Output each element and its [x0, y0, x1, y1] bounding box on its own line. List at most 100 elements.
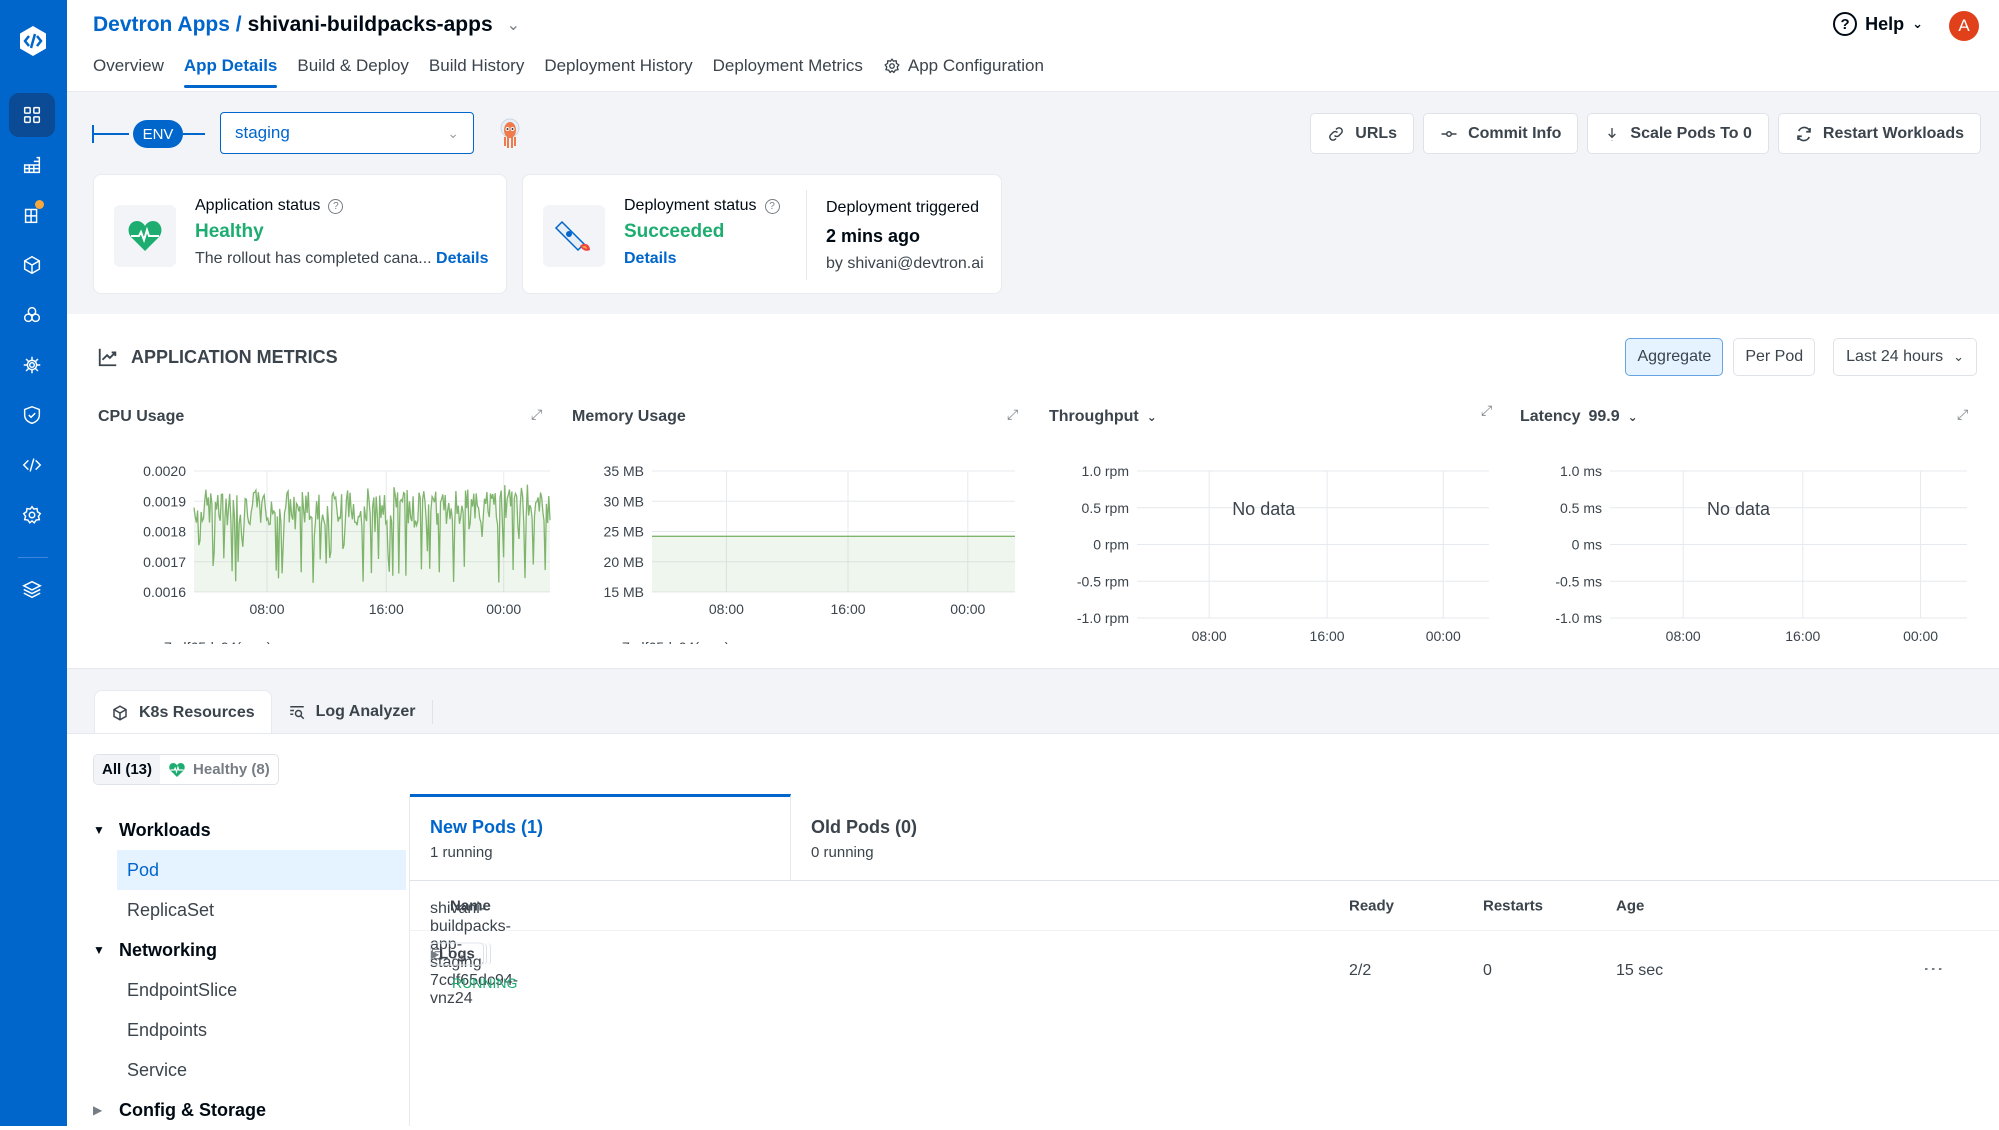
chevron-down-icon: ⌄	[447, 125, 459, 142]
chevron-down-icon: ⌄	[1953, 349, 1964, 365]
expand-icon[interactable]: ⤢	[1481, 402, 1492, 419]
app-switcher-chevron-icon[interactable]: ⌄	[507, 15, 520, 35]
old-pods-sub: 0 running	[811, 844, 1152, 861]
pod-name-cell: ▶ shivani-buildpacks-app-staging-7cdf65d…	[430, 947, 444, 961]
tab-app-details[interactable]: App Details	[184, 56, 278, 88]
tab-overview[interactable]: Overview	[93, 56, 164, 88]
layers-icon	[21, 578, 43, 600]
throughput-chart: 1.0 rpm0.5 rpm0 rpm-0.5 rpm-1.0 rpm08:00…	[1035, 434, 1505, 664]
sidebar-item-settings[interactable]	[9, 493, 55, 537]
tree-item-pod[interactable]: Pod	[117, 850, 406, 890]
column-ready: Ready	[1349, 897, 1394, 914]
tab-log-analyzer[interactable]: Log Analyzer	[272, 690, 432, 734]
link-icon	[1327, 125, 1345, 143]
logs-button[interactable]: Logs	[430, 943, 484, 966]
tree-group-networking[interactable]: ▼Networking	[93, 930, 406, 970]
tab-divider	[432, 700, 433, 724]
resources-panel: All (13) Healthy (8) ▼Workloads Pod Repl…	[67, 733, 1999, 1126]
settings-gear-icon	[21, 504, 43, 526]
application-status-details-link[interactable]: Details	[436, 250, 488, 267]
memory-usage-chart: 35 MB30 MB25 MB20 MB15 MB08:0016:0000:00…	[561, 434, 1031, 644]
tree-group-workloads[interactable]: ▼Workloads	[93, 810, 406, 850]
expand-icon[interactable]: ⤢	[1957, 406, 1968, 423]
deployment-status-details-link[interactable]: Details	[624, 250, 780, 268]
scale-pods-button[interactable]: Scale Pods To 0	[1587, 113, 1769, 154]
k8s-resources-section: K8s Resources Log Analyzer All (13) Heal…	[67, 669, 1999, 1126]
rocket-icon	[554, 216, 594, 256]
y-tick-label: 20 MB	[604, 554, 644, 570]
sidebar-item-stack[interactable]	[9, 567, 55, 611]
environment-select[interactable]: staging ⌄	[220, 112, 474, 154]
per-pod-button[interactable]: Per Pod	[1733, 338, 1815, 376]
sidebar-item-helm[interactable]	[9, 343, 55, 387]
y-tick-label: 30 MB	[604, 493, 644, 509]
tab-deployment-metrics[interactable]: Deployment Metrics	[713, 56, 863, 88]
urls-button[interactable]: URLs	[1310, 113, 1414, 154]
restart-icon	[1795, 125, 1813, 143]
tab-deployment-history[interactable]: Deployment History	[544, 56, 692, 88]
tree-item-service[interactable]: Service	[117, 1050, 406, 1090]
tree-item-endpointslice[interactable]: EndpointSlice	[117, 970, 406, 1010]
help-circle-icon[interactable]: ?	[328, 199, 343, 214]
deployment-triggered-time: 2 mins ago	[826, 226, 984, 247]
aggregate-button[interactable]: Aggregate	[1625, 338, 1723, 376]
breadcrumb: Devtron Apps / shivani-buildpacks-apps ⌄	[93, 13, 520, 37]
tab-new-pods[interactable]: New Pods (1) 1 running	[410, 794, 791, 880]
tree-group-config-storage[interactable]: ▶Config & Storage	[93, 1090, 406, 1130]
tab-app-configuration[interactable]: App Configuration	[883, 56, 1044, 88]
tab-build-history[interactable]: Build History	[429, 56, 524, 88]
commit-icon	[1440, 125, 1458, 143]
tree-item-replicaset[interactable]: ReplicaSet	[117, 890, 406, 930]
urls-label: URLs	[1355, 125, 1397, 143]
sidebar-item-chart-store[interactable]	[9, 143, 55, 187]
breadcrumb-devtron-apps[interactable]: Devtron Apps /	[93, 13, 242, 37]
expand-icon[interactable]: ⤢	[1007, 406, 1018, 423]
y-tick-label: 0 rpm	[1093, 537, 1129, 553]
app-actions: URLs Commit Info Scale Pods To 0 Restart…	[1310, 113, 1981, 154]
more-options-icon[interactable]: ⋮	[1929, 959, 1937, 979]
env-badge: ENV	[133, 120, 183, 148]
environment-select-value: staging	[235, 123, 290, 143]
sidebar-item-applications[interactable]	[9, 93, 55, 137]
sidebar-item-code[interactable]	[9, 443, 55, 487]
y-tick-label: 0.0020	[143, 463, 186, 479]
sidebar-item-resource-browser[interactable]	[9, 293, 55, 337]
help-circle-icon[interactable]: ?	[765, 199, 780, 214]
filter-all[interactable]: All (13)	[94, 755, 160, 784]
deployment-icon-box	[543, 205, 605, 267]
help-label: Help	[1865, 14, 1904, 35]
y-tick-label: 0.5 ms	[1560, 500, 1602, 516]
restart-workloads-label: Restart Workloads	[1823, 125, 1964, 143]
time-range-select[interactable]: Last 24 hours ⌄	[1833, 338, 1977, 376]
restart-workloads-button[interactable]: Restart Workloads	[1778, 113, 1981, 154]
help-menu[interactable]: ? Help ⌄	[1833, 12, 1923, 36]
metrics-title-label: APPLICATION METRICS	[131, 347, 338, 368]
heart-pulse-icon	[168, 762, 186, 778]
user-avatar[interactable]: A	[1949, 11, 1979, 41]
throughput-chart-title[interactable]: Throughput ⌄	[1049, 408, 1157, 426]
devtron-logo[interactable]	[12, 20, 54, 62]
deployment-status-text: Deployment status? Succeeded Details	[624, 197, 780, 268]
tree-item-endpoints[interactable]: Endpoints	[117, 1010, 406, 1050]
tab-old-pods[interactable]: Old Pods (0) 0 running	[791, 794, 1172, 880]
metrics-controls: Aggregate Per Pod Last 24 hours ⌄	[1625, 338, 1977, 376]
env-line	[93, 133, 129, 135]
tab-k8s-resources[interactable]: K8s Resources	[94, 690, 272, 734]
latency-chart-title[interactable]: Latency 99.9 ⌄	[1520, 408, 1638, 426]
expand-icon[interactable]: ⤢	[531, 406, 542, 423]
tab-build-deploy[interactable]: Build & Deploy	[297, 56, 409, 88]
pod-status: RUNNING	[452, 975, 517, 991]
x-tick-label: 00:00	[950, 601, 985, 617]
chevron-down-icon: ⌄	[1147, 410, 1157, 424]
scale-pods-label: Scale Pods To 0	[1630, 125, 1752, 143]
commit-info-button[interactable]: Commit Info	[1423, 113, 1578, 154]
sidebar-item-security[interactable]	[9, 393, 55, 437]
x-tick-label: 16:00	[369, 601, 404, 617]
filter-healthy[interactable]: Healthy (8)	[160, 755, 278, 784]
sidebar-item-app-groups[interactable]	[9, 193, 55, 237]
y-tick-label: 1.0 rpm	[1082, 463, 1129, 479]
pods-panel: New Pods (1) 1 running Old Pods (0) 0 ru…	[409, 794, 1999, 1126]
y-tick-label: -1.0 ms	[1555, 610, 1602, 626]
sidebar-item-resource[interactable]	[9, 243, 55, 287]
argocd-icon	[499, 118, 521, 150]
